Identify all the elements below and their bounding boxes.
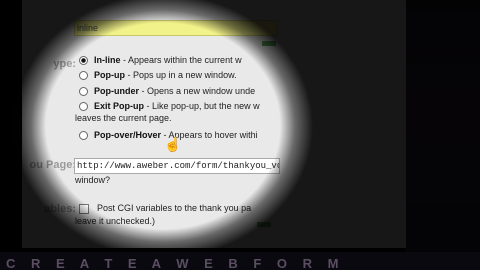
- type-label: ype:: [53, 58, 76, 70]
- option-exit-popup[interactable]: Exit Pop-up - Like pop-up, but the new w: [79, 101, 260, 112]
- exit-popup-cont: leaves the current page.: [75, 113, 172, 123]
- help-indicator-2: [257, 222, 271, 227]
- thankyou-url-input[interactable]: http://www.aweber.com/form/thankyou_vo.h…: [74, 158, 280, 174]
- form-name-field[interactable]: inline: [74, 20, 278, 36]
- help-indicator: [262, 41, 276, 46]
- form-page: inline ype: In-line - Appears within the…: [22, 0, 406, 248]
- background-caption: C R E A T E A W E B F O R M: [0, 252, 480, 270]
- hand-cursor-icon: ☝: [164, 136, 182, 152]
- thankyou-label: ou Page:: [29, 159, 76, 171]
- cgi-checkbox[interactable]: [79, 203, 89, 214]
- radio-exit-popup[interactable]: [79, 102, 88, 112]
- desktop-background: [405, 0, 480, 270]
- radio-popup[interactable]: [79, 71, 88, 81]
- radio-popunder[interactable]: [79, 87, 88, 97]
- cgi-note: leave it unchecked.): [75, 216, 156, 226]
- radio-popover[interactable]: [79, 131, 88, 141]
- radio-inline[interactable]: [79, 56, 88, 66]
- thankyou-note: window?: [75, 175, 111, 185]
- cgi-option[interactable]: Post CGI variables to the thank you pa: [79, 203, 251, 214]
- option-inline[interactable]: In-line - Appears within the current w: [79, 55, 242, 66]
- option-popunder[interactable]: Pop-under - Opens a new window unde: [79, 86, 255, 97]
- option-popup[interactable]: Pop-up - Pops up in a new window.: [79, 70, 237, 81]
- variables-label: ables:: [44, 203, 76, 215]
- background-caption-text: C R E A T E A W E B F O R M: [6, 256, 345, 270]
